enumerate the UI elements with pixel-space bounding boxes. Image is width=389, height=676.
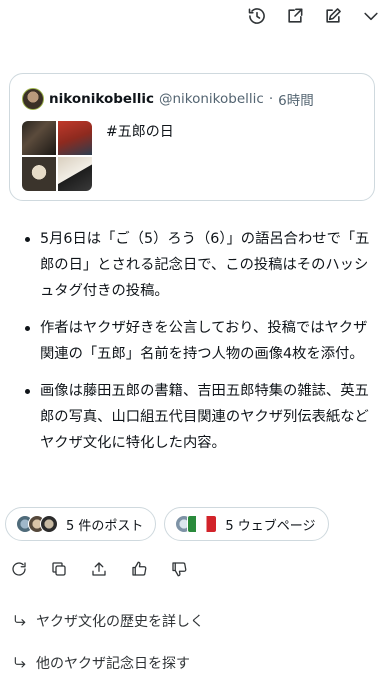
site-favicon-icon — [199, 515, 218, 533]
summary-bullet: 5月6日は「ご（5）ろう（6）」の語呂合わせで「五郎の日」とされる記念日で、この… — [22, 226, 378, 304]
share-icon[interactable] — [90, 560, 108, 578]
follow-up-suggestions: ヤクザ文化の歴史を詳しく 他のヤクザ記念日を探す — [12, 609, 204, 676]
summary-bullet: 画像は藤田五郎の書籍、吉田五郎特集の雑誌、英五郎の写真、山口組五代目関連のヤクザ… — [22, 378, 378, 456]
share-out-icon[interactable] — [283, 4, 307, 28]
post-image-1[interactable] — [22, 121, 56, 155]
chevron-down-icon[interactable] — [359, 4, 383, 28]
post-image-4[interactable] — [58, 157, 92, 191]
follow-up-suggestion[interactable]: 他のヤクザ記念日を探す — [12, 651, 204, 675]
post-separator: · — [268, 91, 274, 107]
posts-source-button[interactable]: 5 件のポスト — [5, 507, 157, 541]
avatar — [40, 515, 58, 533]
source-pills: 5 件のポスト 5 ウェブページ — [5, 507, 329, 541]
top-toolbar — [245, 4, 383, 28]
follow-up-label: ヤクザ文化の歴史を詳しく — [36, 614, 204, 630]
summary-bullet: 作者はヤクザ好きを公言しており、投稿ではヤクザ関連の「五郎」名前を持つ人物の画像… — [22, 315, 378, 367]
post-image-3[interactable] — [22, 157, 56, 191]
summary-list: 5月6日は「ご（5）ろう（6）」の語呂合わせで「五郎の日」とされる記念日で、この… — [22, 226, 378, 467]
arrow-turn-icon — [14, 657, 26, 668]
quoted-post-card[interactable]: nikonikobellic @nikonikobellic · 6時間 #五郎… — [9, 73, 375, 201]
edit-icon[interactable] — [321, 4, 345, 28]
posts-source-label: 5 件のポスト — [66, 518, 144, 534]
thumbs-up-icon[interactable] — [130, 560, 148, 578]
thumbs-down-icon[interactable] — [170, 560, 188, 578]
history-icon[interactable] — [245, 4, 269, 28]
copy-icon[interactable] — [50, 560, 68, 578]
follow-up-label: 他のヤクザ記念日を探す — [36, 656, 190, 672]
post-avatars — [16, 515, 58, 533]
avatar[interactable] — [22, 88, 44, 110]
favicon-stack — [175, 515, 218, 533]
post-image-grid[interactable] — [22, 121, 92, 191]
web-source-label: 5 ウェブページ — [225, 518, 316, 534]
post-text: #五郎の日 — [106, 124, 174, 140]
post-handle: @nikonikobellic — [158, 91, 264, 107]
post-image-2[interactable] — [58, 121, 92, 155]
post-header: nikonikobellic @nikonikobellic · 6時間 — [22, 88, 314, 110]
post-time: 6時間 — [278, 93, 314, 109]
regenerate-icon[interactable] — [10, 560, 28, 578]
response-actions — [10, 560, 188, 578]
web-source-button[interactable]: 5 ウェブページ — [164, 507, 329, 541]
arrow-turn-icon — [14, 615, 26, 626]
follow-up-suggestion[interactable]: ヤクザ文化の歴史を詳しく — [12, 609, 204, 633]
post-username[interactable]: nikonikobellic — [49, 91, 154, 107]
